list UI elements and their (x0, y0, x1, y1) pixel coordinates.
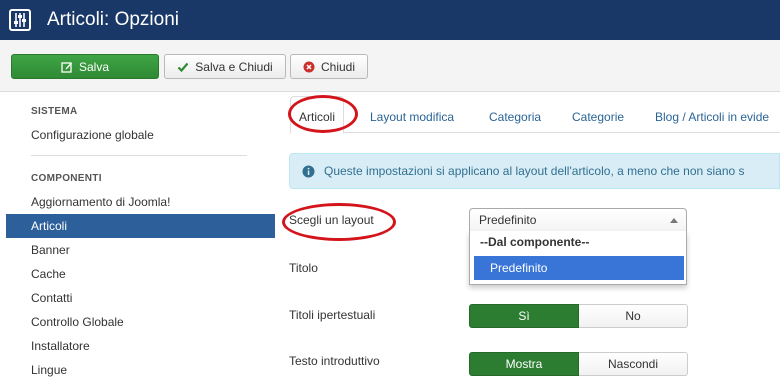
save-close-button-label: Salva e Chiudi (195, 59, 273, 74)
save-close-button[interactable]: Salva e Chiudi (164, 54, 286, 79)
sidebar-heading-system: SISTEMA (31, 106, 78, 117)
intro-text-toggle: Mostra Nascondi (469, 352, 688, 376)
close-button[interactable]: Chiudi (290, 54, 368, 79)
tab-edit-layout[interactable]: Layout modifica (370, 96, 454, 133)
sidebar-divider (31, 155, 247, 156)
sidebar-heading-components: COMPONENTI (31, 173, 102, 184)
close-button-label: Chiudi (320, 59, 356, 74)
tab-categories[interactable]: Categorie (572, 96, 624, 133)
page-title: Articoli: Opzioni (47, 9, 179, 30)
dropdown-group-label: --Dal componente-- (480, 235, 590, 249)
sidebar-item-global-checkin[interactable]: Controllo Globale (6, 310, 275, 334)
save-button-label: Salva (78, 59, 110, 74)
chevron-up-icon (670, 218, 678, 223)
linked-titles-label: Titoli ipertestuali (289, 308, 376, 322)
layout-select-value: Predefinito (479, 213, 537, 227)
sidebar-item-articles[interactable]: Articoli (6, 214, 275, 238)
dropdown-option-default[interactable]: Predefinito (474, 256, 684, 280)
tab-category[interactable]: Categoria (489, 96, 541, 133)
layout-select[interactable]: Predefinito (469, 208, 687, 232)
intro-text-label: Testo introduttivo (289, 354, 380, 368)
sidebar: SISTEMA Configurazione globale COMPONENT… (0, 92, 276, 390)
info-alert: Queste impostazioni si applicano al layo… (289, 153, 780, 189)
sidebar-item-installer[interactable]: Installatore (6, 334, 275, 358)
linked-titles-toggle: Sì No (469, 304, 688, 328)
title-label: Titolo (289, 261, 318, 275)
intro-text-hide[interactable]: Nascondi (579, 352, 688, 376)
app-header: Articoli: Opzioni (0, 0, 780, 40)
sidebar-item-global-config[interactable]: Configurazione globale (6, 123, 275, 147)
tab-articles[interactable]: Articoli (290, 96, 345, 134)
options-sliders-icon (9, 9, 31, 31)
sidebar-item-banner[interactable]: Banner (6, 238, 275, 262)
sidebar-item-contacts[interactable]: Contatti (6, 286, 275, 310)
sidebar-item-joomla-update[interactable]: Aggiornamento di Joomla! (6, 190, 275, 214)
save-button[interactable]: Salva (11, 54, 159, 79)
options-tabs: Articoli Layout modifica Categoria Categ… (290, 96, 780, 134)
linked-titles-yes[interactable]: Sì (469, 304, 579, 328)
check-icon (178, 62, 189, 72)
intro-text-show[interactable]: Mostra (469, 352, 579, 376)
layout-label: Scegli un layout (289, 213, 374, 227)
sidebar-item-languages[interactable]: Lingue (6, 358, 275, 382)
tab-blog-featured[interactable]: Blog / Articoli in evide (655, 96, 769, 133)
cancel-icon (303, 61, 315, 72)
alert-text: Queste impostazioni si applicano al layo… (324, 164, 745, 178)
info-icon (302, 165, 315, 177)
layout-dropdown: --Dal componente-- Predefinito (469, 231, 687, 285)
edit-icon (61, 61, 72, 73)
linked-titles-no[interactable]: No (579, 304, 688, 328)
sidebar-item-cache[interactable]: Cache (6, 262, 275, 286)
toolbar: Salva Salva e Chiudi Chiudi (0, 40, 780, 92)
